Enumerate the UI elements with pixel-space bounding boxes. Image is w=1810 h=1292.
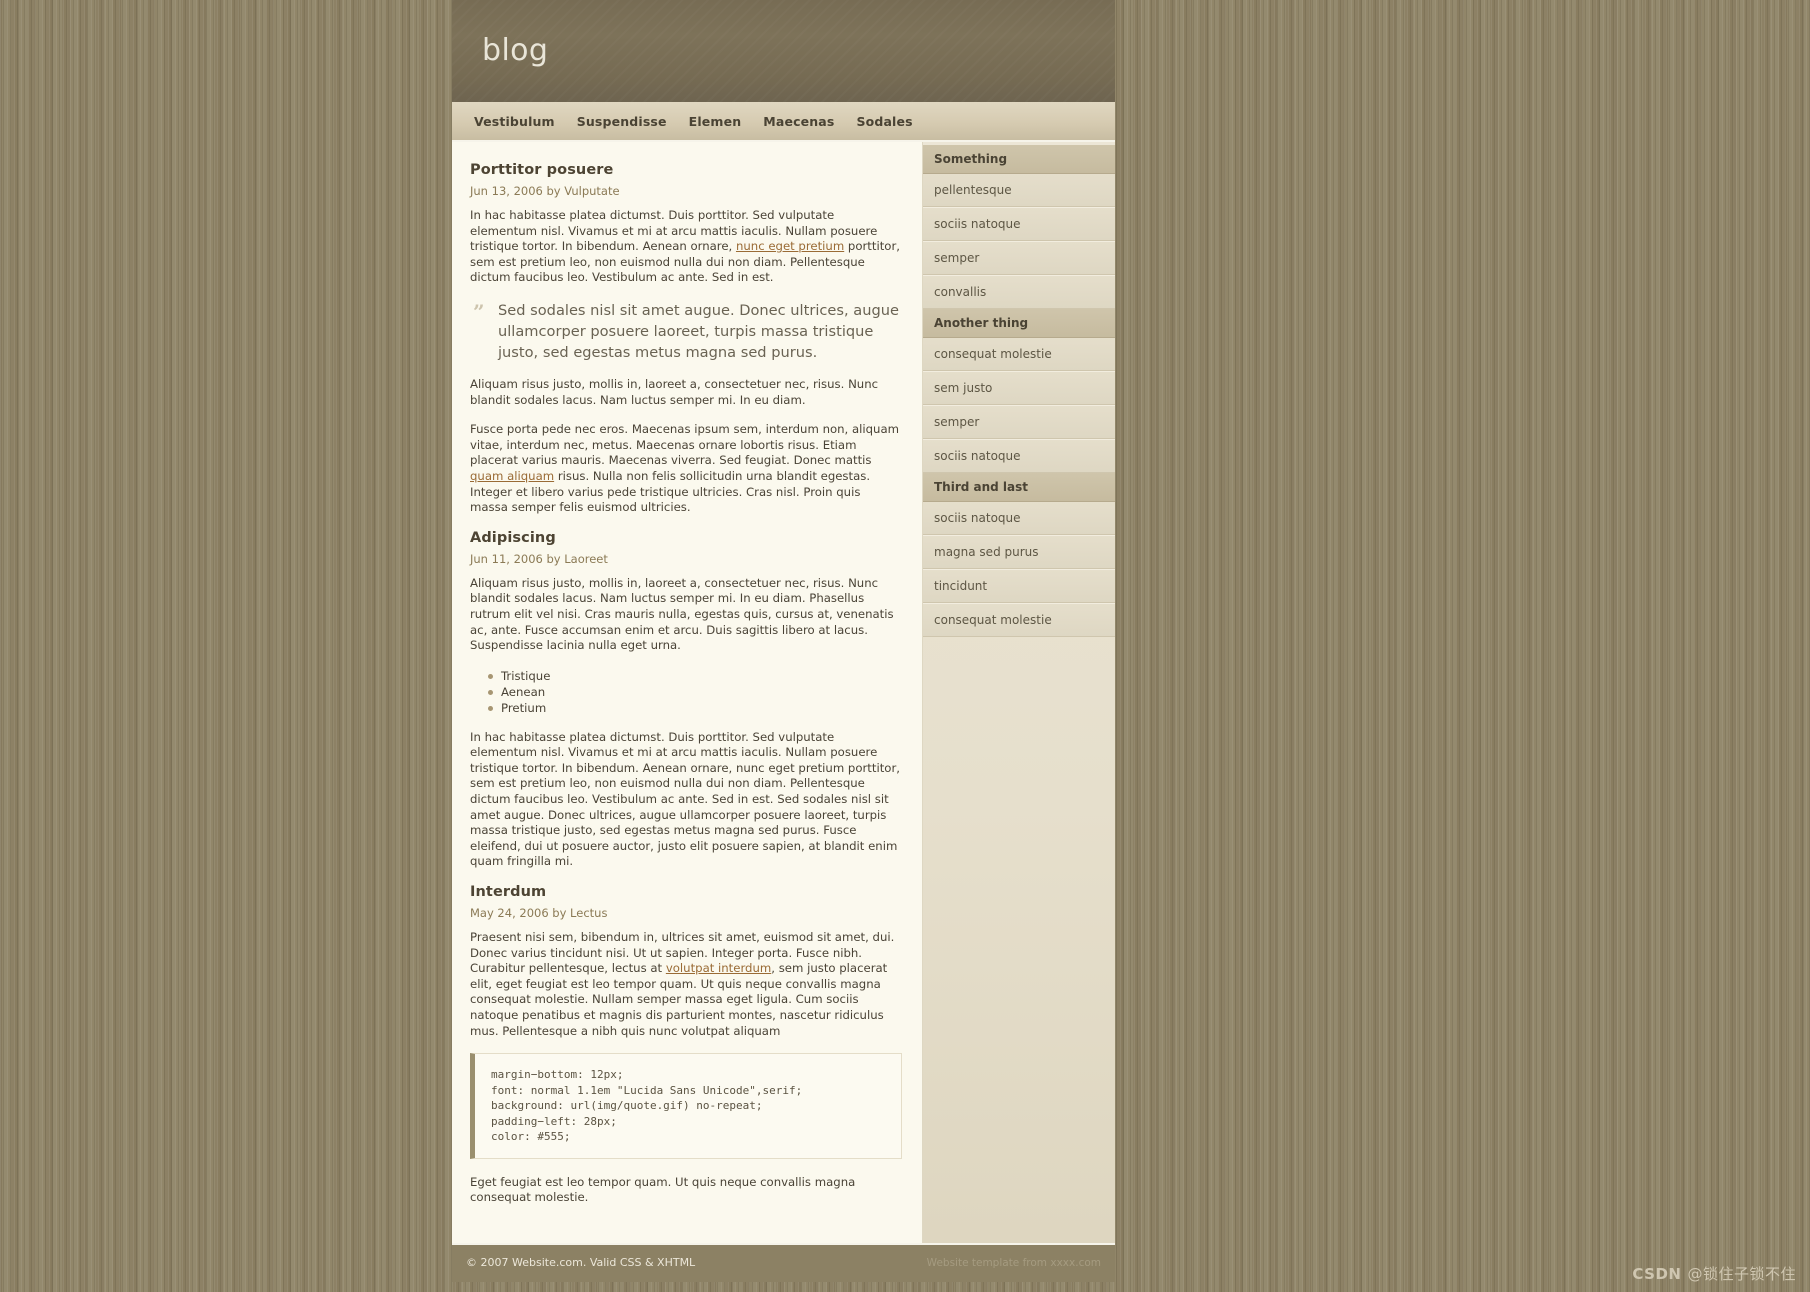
- site-footer: © 2007 Website.com. Valid CSS & XHTML We…: [452, 1243, 1115, 1282]
- inline-link-volutpat-interdum[interactable]: volutpat interdum: [666, 961, 771, 975]
- post-meta: Jun 13, 2006 by Vulputate: [470, 184, 620, 198]
- watermark-brand: CSDN: [1632, 1265, 1682, 1283]
- nav-item-elemen[interactable]: Elemen: [678, 114, 753, 129]
- sidebar-item[interactable]: sociis natoque: [923, 439, 1115, 473]
- nav-list: Vestibulum Suspendisse Elemen Maecenas S…: [452, 102, 1115, 140]
- site-title: blog: [482, 33, 549, 68]
- sidebar-link-sociis-natoque[interactable]: sociis natoque: [923, 207, 1115, 241]
- post-title: Porttitor posuere: [470, 162, 614, 178]
- sidebar-list-something: pellentesque sociis natoque semper conva…: [923, 174, 1115, 309]
- sidebar-list-third-and-last: sociis natoque magna sed purus tincidunt…: [923, 502, 1115, 637]
- nav-item-sodales[interactable]: Sodales: [845, 114, 923, 129]
- post-paragraph: In hac habitasse platea dictumst. Duis p…: [470, 729, 900, 869]
- sidebar-link-consequat-molestie[interactable]: consequat molestie: [923, 338, 1115, 371]
- sidebar-item[interactable]: consequat molestie: [923, 338, 1115, 371]
- sidebar-link-consequat-molestie[interactable]: consequat molestie: [923, 603, 1115, 637]
- sidebar-link-semper[interactable]: semper: [923, 405, 1115, 439]
- sidebar-link-sociis-natoque[interactable]: sociis natoque: [923, 439, 1115, 473]
- post-adipiscing: Adipiscing Jun 11, 2006 by Laoreet Aliqu…: [470, 530, 902, 870]
- list-item: Aenean: [488, 684, 902, 700]
- post-paragraph: Aliquam risus justo, mollis in, laoreet …: [470, 575, 894, 653]
- post-title: Interdum: [470, 884, 547, 901]
- nav-link-sodales[interactable]: Sodales: [845, 114, 923, 129]
- sidebar-heading-something: Something: [923, 145, 1115, 174]
- sidebar-link-sociis-natoque[interactable]: sociis natoque: [923, 502, 1115, 535]
- footer-credit: Website template from xxxx.com: [926, 1257, 1101, 1269]
- footer-copyright: © 2007 Website.com. Valid CSS & XHTML: [466, 1256, 696, 1269]
- sidebar-item[interactable]: tincidunt: [923, 569, 1115, 603]
- main-navigation: Vestibulum Suspendisse Elemen Maecenas S…: [452, 102, 1115, 142]
- nav-item-maecenas[interactable]: Maecenas: [752, 114, 845, 129]
- csdn-watermark: CSDN @锁住子锁不住: [1632, 1263, 1796, 1284]
- sidebar-item[interactable]: sociis natoque: [923, 502, 1115, 535]
- nav-item-vestibulum[interactable]: Vestibulum: [452, 114, 566, 129]
- post-porttitor-posuere: Porttitor posuere Jun 13, 2006 by Vulput…: [470, 162, 902, 516]
- sidebar-item[interactable]: consequat molestie: [923, 603, 1115, 637]
- post-meta: Jun 11, 2006 by Laoreet: [470, 551, 608, 566]
- pull-quote-text: Sed sodales nisl sit amet augue. Donec u…: [498, 301, 899, 361]
- list-item: Pretium: [488, 700, 902, 716]
- sidebar-link-sem-justo[interactable]: sem justo: [923, 371, 1115, 405]
- nav-link-suspendisse[interactable]: Suspendisse: [566, 114, 678, 129]
- columns-wrapper: Porttitor posuere Jun 13, 2006 by Vulput…: [452, 142, 1115, 1243]
- sidebar-item[interactable]: semper: [923, 405, 1115, 439]
- list-item: Tristique: [488, 668, 902, 684]
- post-bullet-list: Tristique Aenean Pretium: [470, 668, 902, 716]
- sidebar-link-semper[interactable]: semper: [923, 241, 1115, 275]
- sidebar-item[interactable]: semper: [923, 241, 1115, 275]
- nav-link-elemen[interactable]: Elemen: [678, 114, 753, 129]
- pull-quote: ” Sed sodales nisl sit amet augue. Donec …: [470, 300, 902, 363]
- sidebar-list-another-thing: consequat molestie sem justo semper soci…: [923, 338, 1115, 473]
- sidebar-heading-third-and-last: Third and last: [923, 473, 1115, 502]
- nav-item-suspendisse[interactable]: Suspendisse: [566, 114, 678, 129]
- watermark-user: @锁住子锁不住: [1687, 1265, 1796, 1283]
- masthead: blog: [452, 0, 1115, 102]
- post-paragraph: Fusce porta pede nec eros. Maecenas ipsu…: [470, 422, 902, 516]
- post-paragraph: Praesent nisi sem, bibendum in, ultrices…: [470, 930, 902, 1039]
- main-content: Porttitor posuere Jun 13, 2006 by Vulput…: [452, 142, 923, 1243]
- post-interdum: Interdum May 24, 2006 by Lectus Praesent…: [470, 884, 902, 1206]
- inline-link-nunc-eget-pretium[interactable]: nunc eget pretium: [736, 239, 844, 253]
- inline-link-quam-aliquam[interactable]: quam aliquam: [470, 469, 554, 483]
- sidebar: Something pellentesque sociis natoque se…: [923, 142, 1115, 1243]
- sidebar-item[interactable]: sociis natoque: [923, 207, 1115, 241]
- post-paragraph: Aliquam risus justo, mollis in, laoreet …: [470, 376, 879, 407]
- page-container: blog Vestibulum Suspendisse Elemen Maece…: [452, 0, 1115, 1292]
- sidebar-item[interactable]: magna sed purus: [923, 535, 1115, 569]
- sidebar-link-tincidunt[interactable]: tincidunt: [923, 569, 1115, 603]
- sidebar-link-magna-sed-purus[interactable]: magna sed purus: [923, 535, 1115, 569]
- post-meta: May 24, 2006 by Lectus: [470, 906, 608, 921]
- quote-mark-icon: ”: [473, 299, 485, 324]
- sidebar-item[interactable]: pellentesque: [923, 174, 1115, 207]
- sidebar-item[interactable]: sem justo: [923, 371, 1115, 405]
- sidebar-link-convallis[interactable]: convallis: [923, 275, 1115, 309]
- sidebar-item[interactable]: convallis: [923, 275, 1115, 309]
- nav-link-maecenas[interactable]: Maecenas: [752, 114, 845, 129]
- post-paragraph: Eget feugiat est leo tempor quam. Ut qui…: [470, 1174, 856, 1205]
- post-text: Fusce porta pede nec eros. Maecenas ipsu…: [470, 422, 899, 468]
- sidebar-heading-another-thing: Another thing: [923, 309, 1115, 338]
- nav-link-vestibulum[interactable]: Vestibulum: [452, 114, 566, 129]
- code-block: margin−bottom: 12px; font: normal 1.1em …: [470, 1053, 902, 1159]
- post-title: Adipiscing: [470, 529, 556, 546]
- post-paragraph: In hac habitasse platea dictumst. Duis p…: [470, 208, 902, 286]
- sidebar-link-pellentesque[interactable]: pellentesque: [923, 174, 1115, 207]
